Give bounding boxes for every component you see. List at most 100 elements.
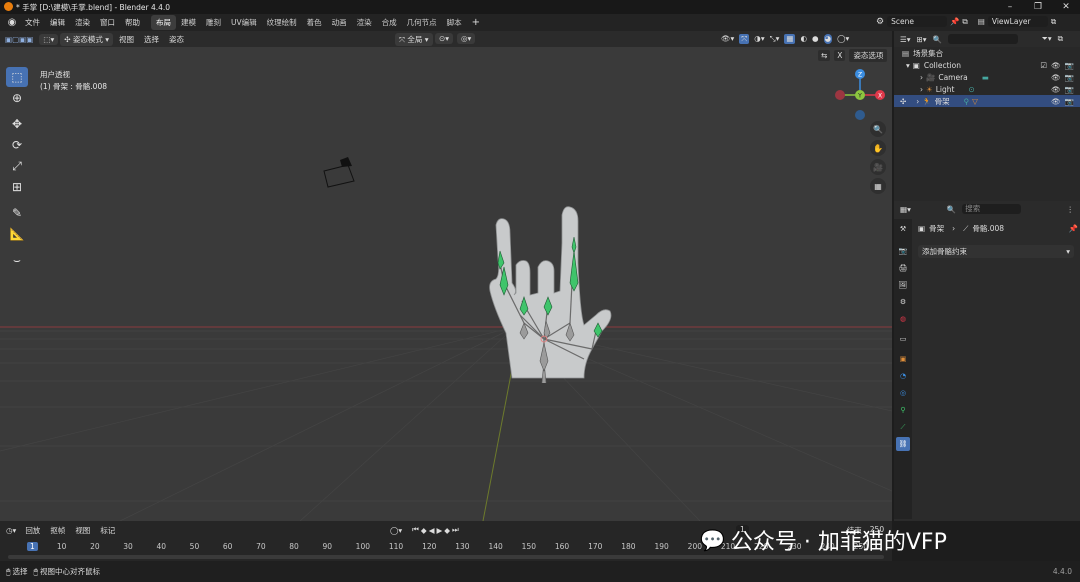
properties-options-icon[interactable]: ⋮: [1067, 205, 1075, 214]
expand-arrow-icon[interactable]: ›: [920, 85, 923, 94]
object-constraints-tab-icon[interactable]: ⚲: [896, 403, 910, 417]
workspace-tab-9[interactable]: 几何节点: [402, 15, 442, 30]
new-scene-icon[interactable]: ⧉: [962, 17, 967, 27]
viewport-menu-0[interactable]: 视图: [115, 33, 138, 46]
tool-tab-icon[interactable]: ⚒: [896, 222, 910, 236]
blender-menu-icon[interactable]: ◉: [4, 17, 20, 29]
scene-name[interactable]: Scene: [887, 16, 948, 27]
render-camera-icon[interactable]: 📷: [1065, 73, 1074, 82]
scale-tool-icon[interactable]: ⤢: [6, 156, 28, 176]
overlay-toggle-icon[interactable]: ◑▾: [754, 34, 764, 44]
scene-collection-row[interactable]: ▤ 场景集合: [894, 47, 1080, 59]
render-camera-icon[interactable]: 📷: [1065, 61, 1074, 70]
minimize-icon[interactable]: –: [996, 0, 1024, 14]
workspace-tab-2[interactable]: 雕刻: [201, 15, 226, 30]
transform-orientation-dropdown[interactable]: ⤧ 全局 ▾: [395, 33, 433, 46]
select-mode-buttons[interactable]: ▣▢▣▣: [1, 33, 38, 45]
outliner-item-camera[interactable]: › 🎥 Camera ▬ 👁 📷: [894, 71, 1080, 83]
wireframe-shading-icon[interactable]: ▦: [784, 34, 796, 44]
menu-0[interactable]: 文件: [20, 17, 45, 28]
select-box-tool-icon[interactable]: ⬚: [6, 67, 28, 87]
collection-row[interactable]: ▾ ▣ Collection ☑ 👁 📷: [894, 59, 1080, 71]
mirror-icon[interactable]: ⇆: [818, 50, 831, 61]
annotate-tool-icon[interactable]: ✎: [6, 203, 28, 223]
new-collection-icon[interactable]: ⧉: [1058, 34, 1063, 44]
viewport-menu-2[interactable]: 姿态: [165, 33, 188, 46]
visibility-eye-icon[interactable]: 👁: [1051, 85, 1061, 94]
zoom-icon[interactable]: 🔍: [870, 121, 886, 137]
view-layer-name[interactable]: ViewLayer: [987, 16, 1048, 27]
navigation-gizmo[interactable]: Z X Y: [832, 67, 888, 125]
render-tab-icon[interactable]: 📷: [896, 244, 910, 258]
outliner-editor-icon[interactable]: ☰▾: [900, 35, 911, 44]
pin-icon[interactable]: 📌: [1069, 224, 1078, 233]
workspace-tab-3[interactable]: UV编辑: [226, 15, 262, 30]
current-frame-marker[interactable]: 1: [27, 542, 38, 551]
xray-icon[interactable]: ⤡▾: [770, 34, 780, 44]
material-shading-icon[interactable]: ●: [812, 34, 819, 44]
properties-editor-icon[interactable]: ▦▾: [900, 205, 911, 214]
workspace-tab-5[interactable]: 着色: [302, 15, 327, 30]
rotate-tool-icon[interactable]: ⟳: [6, 135, 28, 155]
visibility-icon[interactable]: 👁▾: [721, 34, 734, 44]
modifiers-tab-icon[interactable]: ◔: [896, 369, 910, 383]
pose-options-dropdown[interactable]: 姿态选项: [849, 49, 888, 62]
filter-mode-icon[interactable]: ⊞▾: [917, 35, 927, 44]
workspace-tab-0[interactable]: 布局: [151, 15, 176, 30]
solid-shading-icon[interactable]: ◐: [800, 34, 807, 44]
add-bone-constraint-dropdown[interactable]: 添加骨骼约束 ▾: [918, 245, 1074, 258]
properties-search-input[interactable]: 搜索: [962, 204, 1021, 214]
camera-object[interactable]: [320, 155, 360, 191]
pivot-dropdown[interactable]: ⊙▾: [435, 33, 454, 44]
outliner-search-input[interactable]: [947, 34, 1018, 44]
pan-hand-icon[interactable]: ✋: [870, 140, 886, 156]
transform-tool-icon[interactable]: ⊞: [6, 177, 28, 197]
hand-mesh-with-armature[interactable]: [484, 203, 624, 383]
new-viewlayer-icon[interactable]: ⧉: [1051, 17, 1056, 27]
menu-1[interactable]: 编辑: [45, 17, 70, 28]
bone-roll-tool-icon[interactable]: ⌣: [6, 250, 28, 270]
expand-arrow-icon[interactable]: ›: [916, 97, 919, 106]
workspace-tab-7[interactable]: 渲染: [352, 15, 377, 30]
render-camera-icon[interactable]: 📷: [1065, 97, 1074, 106]
outliner-item-light[interactable]: › ☀ Light ⊙ 👁 📷: [894, 83, 1080, 95]
collection-tab-icon[interactable]: ▭: [896, 332, 910, 346]
gizmo-neg-x-axis[interactable]: [835, 90, 845, 100]
gizmo-toggle-icon[interactable]: ⤧: [739, 34, 750, 44]
view-layer-tab-icon[interactable]: 🖼: [896, 278, 910, 292]
gizmo-neg-z-axis[interactable]: [855, 110, 865, 120]
scene-tab-icon[interactable]: ⚙: [896, 295, 910, 309]
bone-constraints-tab-icon[interactable]: ⛓: [896, 437, 910, 451]
move-tool-icon[interactable]: ✥: [6, 114, 28, 134]
camera-view-icon[interactable]: 🎥: [870, 159, 886, 175]
menu-4[interactable]: 帮助: [120, 17, 145, 28]
workspace-tab-4[interactable]: 纹理绘制: [262, 15, 302, 30]
physics-tab-icon[interactable]: ◎: [896, 386, 910, 400]
expand-arrow-icon[interactable]: ▾: [906, 61, 910, 70]
menu-2[interactable]: 渲染: [70, 17, 95, 28]
cursor-tool-icon[interactable]: ⊕: [6, 88, 28, 108]
snap-toggle[interactable]: ◎▾: [457, 33, 476, 44]
maximize-icon[interactable]: ❐: [1024, 0, 1052, 14]
expand-arrow-icon[interactable]: ›: [920, 73, 923, 82]
pose-mode-toggle-icon[interactable]: ✣: [900, 97, 906, 106]
workspace-tab-1[interactable]: 建模: [176, 15, 201, 30]
measure-tool-icon[interactable]: 📐: [6, 224, 28, 244]
workspace-tab-10[interactable]: 脚本: [442, 15, 467, 30]
object-tab-icon[interactable]: ▣: [896, 352, 910, 366]
workspace-tab-8[interactable]: 合成: [377, 15, 402, 30]
world-tab-icon[interactable]: ◍: [896, 312, 910, 326]
scene-pin-icon[interactable]: 📌: [950, 17, 959, 26]
close-icon[interactable]: ✕: [1052, 0, 1080, 14]
workspace-tab-6[interactable]: 动画: [327, 15, 352, 30]
bone-tab-icon[interactable]: ⟋: [896, 420, 910, 434]
shading-options-icon[interactable]: ◯▾: [837, 34, 849, 44]
outliner-item-armature[interactable]: ✣ › 🏃 骨架 ⚲ ▽ 👁 📷: [894, 95, 1080, 107]
visibility-eye-icon[interactable]: 👁: [1051, 97, 1061, 106]
visibility-eye-icon[interactable]: 👁: [1051, 61, 1061, 70]
rendered-shading-icon[interactable]: ◕: [823, 34, 833, 44]
render-camera-icon[interactable]: 📷: [1065, 85, 1074, 94]
viewport-menu-1[interactable]: 选择: [140, 33, 163, 46]
mode-dropdown[interactable]: ✣ 姿态模式 ▾: [60, 32, 114, 46]
output-tab-icon[interactable]: 🖨: [896, 261, 910, 275]
